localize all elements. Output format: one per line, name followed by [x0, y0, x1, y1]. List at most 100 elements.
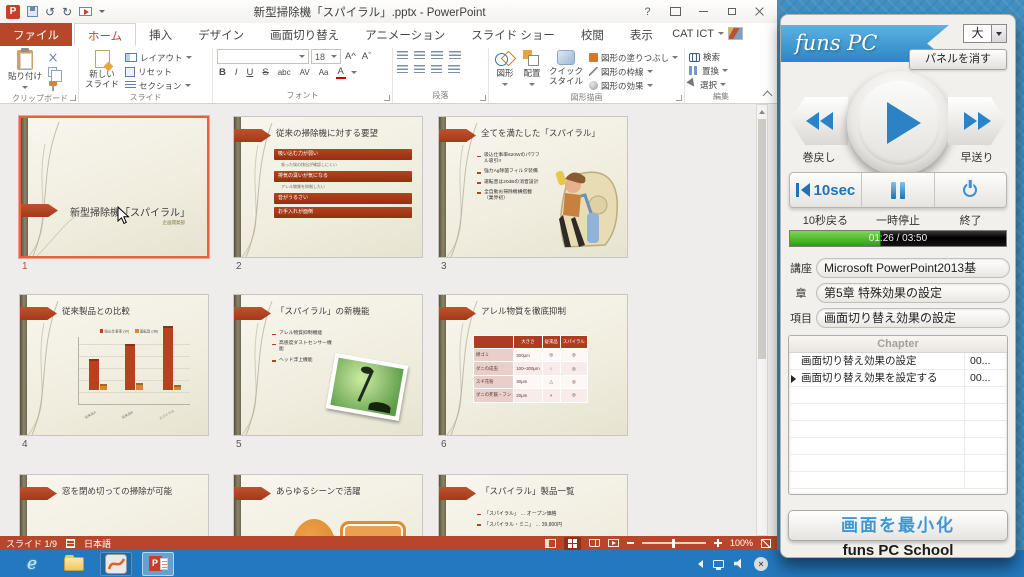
dialog-launcher-icon[interactable]	[70, 95, 76, 101]
restore-button[interactable]	[718, 2, 745, 21]
shapes-button[interactable]: 図形	[493, 49, 517, 90]
bullets-icon[interactable]	[397, 51, 408, 60]
arrange-button[interactable]: 配置	[521, 49, 543, 90]
close-button[interactable]	[746, 2, 773, 21]
ribbon-display-options-button[interactable]	[662, 2, 689, 21]
align-left-icon[interactable]	[397, 65, 408, 74]
columns-icon[interactable]	[448, 65, 460, 74]
minimize-screen-button[interactable]: 画面を最小化	[788, 510, 1008, 541]
vertical-scrollbar[interactable]	[756, 104, 768, 536]
notes-icon[interactable]	[66, 539, 75, 548]
minimize-button[interactable]	[690, 2, 717, 21]
find-button[interactable]: 検索	[689, 50, 720, 63]
font-name-combo[interactable]	[217, 49, 309, 64]
taskbar-internet-explorer[interactable]: e	[16, 552, 48, 576]
tab-insert[interactable]: 挿入	[136, 23, 185, 46]
powerpoint-app-icon[interactable]: P	[6, 5, 20, 19]
save-icon[interactable]	[27, 6, 38, 17]
scroll-up-icon[interactable]	[757, 105, 767, 117]
dialog-launcher-icon[interactable]	[676, 95, 682, 101]
account-menu[interactable]: CAT ICT	[672, 27, 743, 40]
chapter-row-current[interactable]: 画面切り替え効果を設定する 00...	[789, 370, 1007, 387]
taskbar-powerpoint[interactable]: P	[142, 552, 174, 576]
volume-icon[interactable]	[734, 559, 744, 569]
zoom-slider[interactable]	[642, 542, 706, 543]
scrollbar-thumb[interactable]	[758, 119, 766, 359]
tab-home[interactable]: ホーム	[74, 23, 136, 46]
zoom-level[interactable]: 100%	[730, 538, 753, 548]
undo-icon[interactable]: ↺	[45, 6, 55, 18]
taskbar-file-explorer[interactable]	[58, 552, 90, 576]
copy-button[interactable]	[48, 65, 58, 78]
align-center-icon[interactable]	[414, 65, 425, 74]
chevron-down-icon[interactable]	[991, 25, 1006, 42]
new-slide-button[interactable]: 新しい スライド	[83, 49, 121, 90]
select-button[interactable]: 選択	[689, 78, 726, 91]
close-circle-icon[interactable]: ×	[754, 557, 768, 571]
rewind-button[interactable]	[790, 97, 848, 145]
strikethrough-button[interactable]: S	[260, 67, 270, 78]
font-size-combo[interactable]: 18	[311, 49, 341, 64]
grow-font-button[interactable]: A^	[343, 51, 358, 62]
slide-thumbnail-4[interactable]: 従来製品との比較 吸込仕事率 (W) 運転音 (dB)	[19, 294, 211, 450]
section-button[interactable]: セクション	[125, 79, 192, 92]
format-painter-button[interactable]	[48, 79, 58, 92]
line-spacing-icon[interactable]	[449, 51, 461, 60]
tab-review[interactable]: 校閲	[568, 23, 617, 46]
quick-styles-button[interactable]: クイック スタイル	[547, 49, 585, 87]
slide-sorter-view-button[interactable]	[564, 537, 581, 550]
slide-thumbnail-1[interactable]: 新型掃除機「スパイラル」 企画開発部 1	[19, 116, 211, 272]
help-button[interactable]: ?	[634, 2, 661, 21]
slide-thumbnail-9[interactable]: 「スパイラル」製品一覧 「スパイラル」 … オープン価格 「スパイラル・ミニ」 …	[438, 474, 630, 536]
layout-button[interactable]: レイアウト	[125, 51, 192, 64]
shape-fill-button[interactable]: 図形の塗りつぶし	[589, 51, 678, 64]
tab-file[interactable]: ファイル	[0, 23, 72, 46]
collapse-ribbon-icon[interactable]	[763, 91, 773, 101]
tab-view[interactable]: 表示	[617, 23, 666, 46]
redo-icon[interactable]: ↻	[62, 6, 72, 18]
fit-to-window-button[interactable]	[761, 539, 771, 548]
chapter-row[interactable]: 画面切り替え効果の設定 00...	[789, 353, 1007, 370]
panel-size-select[interactable]: 大	[963, 24, 1007, 43]
shape-outline-button[interactable]: 図形の枠線	[589, 65, 678, 78]
reset-button[interactable]: リセット	[125, 65, 192, 78]
play-button[interactable]	[847, 71, 951, 175]
slide-thumbnail-7[interactable]: 窓を閉め切っての掃除が可能	[19, 474, 211, 536]
character-spacing-button[interactable]: AV	[298, 68, 312, 77]
pause-button[interactable]	[862, 173, 934, 207]
tab-animations[interactable]: アニメーション	[352, 23, 458, 46]
tab-transitions[interactable]: 画面切り替え	[257, 23, 352, 46]
slide-thumbnail-3[interactable]: 全てを満たした「スパイラル」 吸込仕事率620Wのパワフル吸引!! 強力Ag除菌…	[438, 116, 630, 272]
language-indicator[interactable]: 日本語	[84, 537, 111, 550]
italic-button[interactable]: I	[233, 67, 240, 78]
numbering-icon[interactable]	[414, 51, 425, 60]
tab-design[interactable]: デザイン	[185, 23, 257, 46]
align-right-icon[interactable]	[431, 65, 442, 74]
stop-button[interactable]	[935, 173, 1006, 207]
show-hidden-icons[interactable]	[694, 560, 703, 568]
slide-thumbnail-2[interactable]: 従来の掃除機に対する要望 吸い込む力が弱い 吸った埃の排出が確認しにくい 排気の…	[233, 116, 425, 272]
cut-button[interactable]	[48, 51, 58, 64]
reading-view-button[interactable]	[589, 539, 600, 547]
paste-button[interactable]: 貼り付け	[6, 49, 44, 93]
tab-slideshow[interactable]: スライド ショー	[458, 23, 568, 46]
shrink-font-button[interactable]: Aˇ	[360, 51, 374, 62]
slide-thumbnail-5[interactable]: 「スパイラル」の新機能 アレル物質抑制機能 高感度ダストセンサー機能 ヘッド浮上…	[233, 294, 425, 450]
font-color-button[interactable]: A	[336, 67, 346, 79]
dialog-launcher-icon[interactable]	[480, 95, 486, 101]
underline-button[interactable]: U	[245, 67, 256, 78]
bold-button[interactable]: B	[217, 67, 228, 78]
change-case-button[interactable]: Aa	[317, 68, 331, 77]
shape-effects-button[interactable]: 図形の効果	[589, 79, 678, 92]
start-slideshow-icon[interactable]	[79, 7, 92, 16]
zoom-slider-thumb[interactable]	[672, 539, 675, 548]
taskbar-funs-app[interactable]	[100, 552, 132, 576]
progress-bar[interactable]: 01:26 / 03:50	[789, 230, 1007, 247]
slideshow-view-button[interactable]	[608, 539, 619, 547]
indent-decrease-icon[interactable]	[431, 51, 443, 60]
zoom-in-button[interactable]	[714, 539, 722, 547]
fast-forward-button[interactable]	[948, 97, 1006, 145]
zoom-out-button[interactable]	[627, 542, 634, 543]
network-icon[interactable]	[713, 560, 724, 568]
normal-view-button[interactable]	[545, 539, 556, 548]
